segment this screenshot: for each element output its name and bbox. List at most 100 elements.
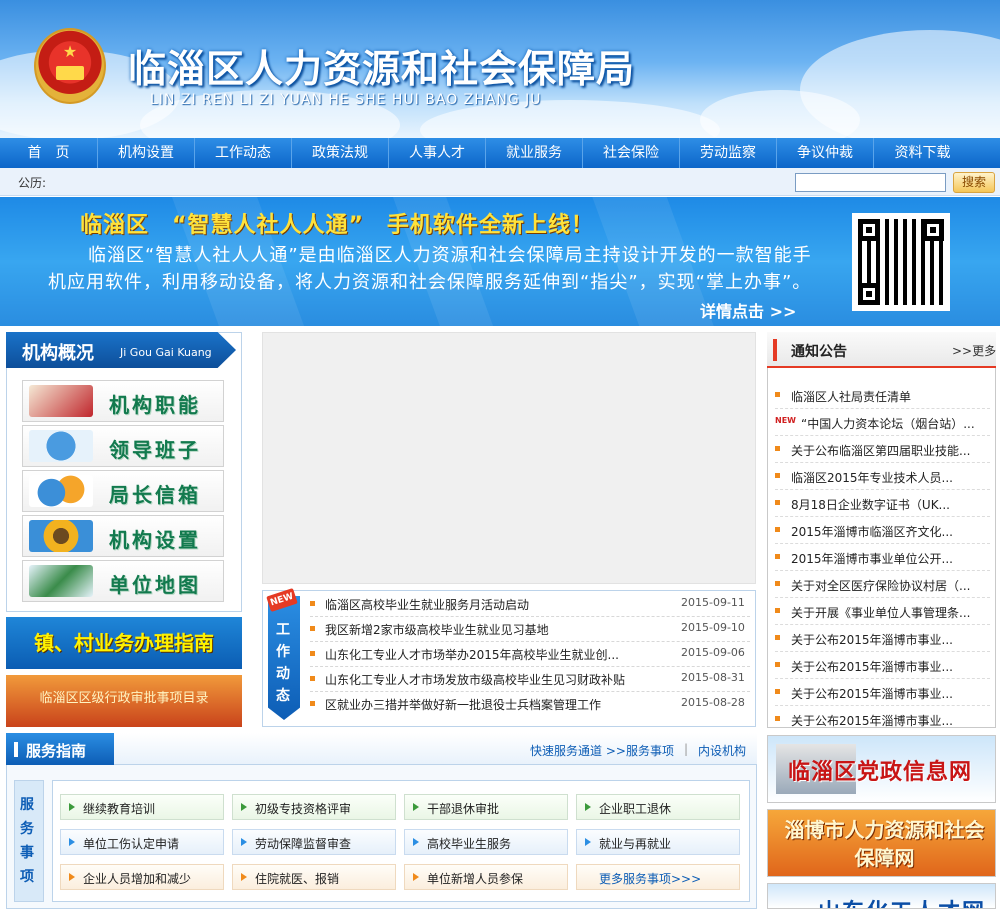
- arrow-right-icon: [413, 873, 419, 881]
- service-tab-mark: [14, 742, 18, 757]
- bullet-icon: [775, 500, 780, 505]
- image-slideshow[interactable]: [262, 332, 756, 584]
- news-tab-char: 作: [276, 644, 290, 660]
- org-item-leadership[interactable]: 领导班子: [22, 425, 224, 467]
- service-side-char: 事: [20, 845, 34, 861]
- arrow-right-icon: [241, 838, 247, 846]
- bullet-icon: [310, 626, 315, 631]
- org-item-director-mailbox[interactable]: 局长信箱: [22, 470, 224, 512]
- notice-item[interactable]: 关于公布2015年淄博市事业...: [775, 625, 990, 652]
- notice-item[interactable]: 临淄区2015年专业技术人员...: [775, 463, 990, 490]
- district-approval-catalog-banner[interactable]: 临淄区区级行政审批事项目录: [6, 675, 242, 727]
- banner-headline: 临淄区 “智慧人社人人通” 手机软件全新上线！: [80, 213, 594, 238]
- notice-item[interactable]: 8月18日企业数字证书（UK...: [775, 490, 990, 517]
- service-item[interactable]: 继续教育培训: [60, 794, 224, 820]
- qr-code-icon: [852, 213, 950, 311]
- nav-social-insurance[interactable]: 社会保险: [583, 138, 680, 168]
- news-item[interactable]: 山东化工专业人才市场发放市级高校毕业生见习财政补贴 2015-08-31: [310, 667, 750, 692]
- news-item[interactable]: 临淄区高校毕业生就业服务月活动启动 2015-09-11: [310, 592, 750, 617]
- bullet-icon: [775, 689, 780, 694]
- nav-personnel[interactable]: 人事人才: [389, 138, 486, 168]
- service-item[interactable]: 高校毕业生服务: [404, 829, 568, 855]
- bullet-icon: [310, 601, 315, 606]
- bullet-icon: [775, 608, 780, 613]
- service-item[interactable]: 企业人员增加和减少: [60, 864, 224, 890]
- bullet-icon: [775, 581, 780, 586]
- service-side-char: 项: [20, 869, 34, 885]
- arrow-right-icon: [585, 838, 591, 846]
- notice-item[interactable]: 临淄区人社局责任清单: [775, 382, 990, 409]
- notice-more-link[interactable]: >>更多: [952, 342, 996, 359]
- shandong-chem-talent-link-banner[interactable]: 山东化工人才网: [767, 883, 996, 909]
- nav-labor-inspection[interactable]: 劳动监察: [680, 138, 777, 168]
- national-emblem-icon: ★: [34, 28, 106, 104]
- bullet-icon: [310, 701, 315, 706]
- nav-org-setup[interactable]: 机构设置: [98, 138, 195, 168]
- notice-item[interactable]: 关于公布2015年淄博市事业...: [775, 652, 990, 679]
- banner-details-link[interactable]: 详情点击 >>: [700, 298, 796, 322]
- bullet-icon: [775, 446, 780, 451]
- service-item[interactable]: 就业与再就业: [576, 829, 740, 855]
- search-input[interactable]: [795, 173, 946, 192]
- notice-item[interactable]: 2015年淄博市事业单位公开...: [775, 544, 990, 571]
- quick-service-link[interactable]: 快速服务通道 >>: [530, 742, 626, 759]
- news-item[interactable]: 山东化工专业人才市场举办2015年高校毕业生就业创... 2015-09-06: [310, 642, 750, 667]
- nav-arbitration[interactable]: 争议仲裁: [777, 138, 874, 168]
- service-item[interactable]: 劳动保障监督审查: [232, 829, 396, 855]
- nav-separator: |: [684, 742, 689, 756]
- notice-item[interactable]: 关于开展《事业单位人事管理条...: [775, 598, 990, 625]
- internal-org-link[interactable]: 内设机构: [698, 742, 746, 759]
- party-info-link-banner[interactable]: 临淄区党政信息网: [767, 735, 996, 803]
- org-item-unit-map[interactable]: 单位地图: [22, 560, 224, 602]
- zibo-hrss-link-banner[interactable]: 淄博市人力资源和社会保障网: [767, 809, 996, 877]
- bullet-icon: [775, 554, 780, 559]
- service-item[interactable]: 住院就医、报销: [232, 864, 396, 890]
- service-item[interactable]: 干部退休审批: [404, 794, 568, 820]
- notice-item[interactable]: 关于公布2015年淄博市事业...: [775, 706, 990, 733]
- service-side-char: 务: [20, 821, 34, 837]
- bullet-icon: [775, 716, 780, 721]
- people-icon: [29, 430, 93, 462]
- service-guide-title: 服务指南: [26, 742, 87, 760]
- nav-work-news[interactable]: 工作动态: [195, 138, 292, 168]
- more-services-link[interactable]: 更多服务事项>>>: [576, 864, 740, 890]
- site-pinyin: LIN ZI REN LI ZI YUAN HE SHE HUI BAO ZHA…: [150, 92, 542, 108]
- org-item-functions[interactable]: 机构职能: [22, 380, 224, 422]
- service-item[interactable]: 企业职工退休: [576, 794, 740, 820]
- search-button[interactable]: 搜索: [953, 172, 995, 193]
- main-nav: 首 页 机构设置 工作动态 政策法规 人事人才 就业服务 社会保险 劳动监察 争…: [0, 138, 1000, 168]
- service-item[interactable]: 初级专技资格评审: [232, 794, 396, 820]
- arrow-right-icon: [585, 803, 591, 811]
- arrow-right-icon: [69, 838, 75, 846]
- arrow-right-icon: [413, 838, 419, 846]
- bullet-icon: [775, 392, 780, 397]
- news-item[interactable]: 区就业办三措并举做好新一批退役士兵档案管理工作 2015-08-28: [310, 692, 750, 717]
- map-icon: [29, 565, 93, 597]
- bullet-icon: [775, 662, 780, 667]
- news-tab-char: 态: [276, 688, 290, 704]
- notice-title: 通知公告: [791, 344, 847, 360]
- arrow-right-icon: [69, 803, 75, 811]
- bullet-icon: [310, 651, 315, 656]
- arrow-right-icon: [413, 803, 419, 811]
- notice-item[interactable]: 关于公布临淄区第四届职业技能...: [775, 436, 990, 463]
- nav-employment[interactable]: 就业服务: [486, 138, 583, 168]
- notice-item[interactable]: 关于对全区医疗保险协议村居（...: [775, 571, 990, 598]
- notice-item[interactable]: NEW “中国人力资本论坛（烟台站）...: [775, 409, 990, 436]
- service-side-char: 服: [20, 797, 34, 813]
- bullet-icon: [310, 676, 315, 681]
- town-village-guide-banner[interactable]: 镇、村业务办理指南: [6, 617, 242, 669]
- notice-item[interactable]: 关于公布2015年淄博市事业...: [775, 679, 990, 706]
- nav-downloads[interactable]: 资料下载: [874, 138, 971, 168]
- org-overview-pinyin: Ji Gou Gai Kuang: [120, 346, 212, 359]
- service-items-link[interactable]: 服务事项: [626, 742, 674, 759]
- banner-body: 临淄区“智慧人社人人通”是由临淄区人力资源和社会保障局主持设计开发的一款智能手机…: [48, 245, 812, 293]
- news-item[interactable]: 我区新增2家市级高校毕业生就业见习基地 2015-09-10: [310, 617, 750, 642]
- nav-home[interactable]: 首 页: [0, 138, 98, 168]
- nav-policies[interactable]: 政策法规: [292, 138, 389, 168]
- service-item[interactable]: 单位工伤认定申请: [60, 829, 224, 855]
- org-item-org-setup[interactable]: 机构设置: [22, 515, 224, 557]
- new-icon: NEW: [775, 416, 796, 425]
- service-item[interactable]: 单位新增人员参保: [404, 864, 568, 890]
- notice-item[interactable]: 2015年淄博市临淄区齐文化...: [775, 517, 990, 544]
